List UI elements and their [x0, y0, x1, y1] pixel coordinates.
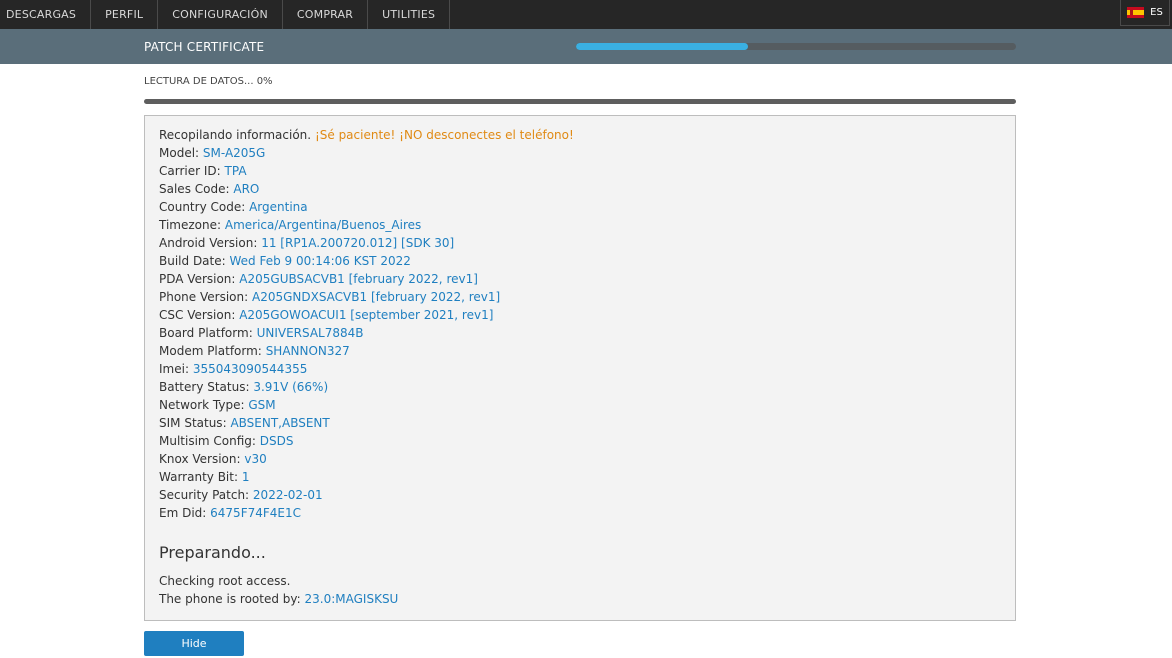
log-field-line: Android Version: 11 [RP1A.200720.012] [S…: [159, 234, 1001, 252]
spain-flag-icon: [1127, 7, 1145, 18]
log-field-line: Model: SM-A205G: [159, 144, 1001, 162]
header-band: PATCH CERTIFICATE: [0, 29, 1172, 64]
nav-item-descargas[interactable]: DESCARGAS: [0, 0, 92, 29]
field-label: Model:: [159, 146, 200, 160]
field-label: Imei:: [159, 362, 189, 376]
field-value: 3.91V (66%): [253, 380, 329, 394]
field-value: ARO: [233, 182, 260, 196]
log-field-line: Timezone: America/Argentina/Buenos_Aires: [159, 216, 1001, 234]
log-field-line: Battery Status: 3.91V (66%): [159, 378, 1001, 396]
intro-warning: ¡Sé paciente! ¡NO desconectes el teléfon…: [314, 128, 574, 142]
nav-item-comprar[interactable]: COMPRAR: [283, 0, 369, 29]
log-field-line: Phone Version: A205GNDXSACVB1 [february …: [159, 288, 1001, 306]
device-info-log: Recopilando información. ¡Sé paciente! ¡…: [144, 115, 1016, 621]
log-field-line: Board Platform: UNIVERSAL7884B: [159, 324, 1001, 342]
field-label: Warranty Bit:: [159, 470, 239, 484]
reading-progress-bar: [144, 99, 1016, 104]
field-value: 6475F74F4E1C: [210, 506, 301, 520]
progress-label: LECTURA DE DATOS... 0%: [144, 76, 273, 87]
field-value: America/Argentina/Buenos_Aires: [224, 218, 422, 232]
field-value: SM-A205G: [202, 146, 266, 160]
field-label: Multisim Config:: [159, 434, 256, 448]
log-field-line: Em Did: 6475F74F4E1C: [159, 504, 1001, 522]
field-label: Sales Code:: [159, 182, 230, 196]
field-value: 11 [RP1A.200720.012] [SDK 30]: [261, 236, 455, 250]
log-field-line: CSC Version: A205GOWOACUI1 [september 20…: [159, 306, 1001, 324]
log-field-line: Carrier ID: TPA: [159, 162, 1001, 180]
field-label: Battery Status:: [159, 380, 250, 394]
header-progress-fill: [576, 43, 748, 50]
log-field-line: Security Patch: 2022-02-01: [159, 486, 1001, 504]
field-label: CSC Version:: [159, 308, 236, 322]
field-value: Wed Feb 9 00:14:06 KST 2022: [229, 254, 411, 268]
field-label: Modem Platform:: [159, 344, 262, 358]
header-progress-bar: [576, 43, 1016, 50]
field-label: Network Type:: [159, 398, 245, 412]
field-value: UNIVERSAL7884B: [256, 326, 364, 340]
field-value: A205GOWOACUI1 [september 2021, rev1]: [239, 308, 494, 322]
log-field-line: Modem Platform: SHANNON327: [159, 342, 1001, 360]
field-value: 1: [241, 470, 250, 484]
field-value: A205GUBSACVB1 [february 2022, rev1]: [239, 272, 478, 286]
field-value: Argentina: [249, 200, 308, 214]
field-value: SHANNON327: [265, 344, 350, 358]
rooted-line: The phone is rooted by: 23.0:MAGISKSU: [159, 590, 1001, 608]
rooted-value: 23.0:MAGISKSU: [304, 592, 399, 606]
field-label: SIM Status:: [159, 416, 227, 430]
log-field-line: Imei: 355043090544355: [159, 360, 1001, 378]
intro-label: Recopilando información.: [159, 128, 312, 142]
field-label: Android Version:: [159, 236, 258, 250]
log-intro-line: Recopilando información. ¡Sé paciente! ¡…: [159, 126, 1001, 144]
log-field-line: Multisim Config: DSDS: [159, 432, 1001, 450]
field-label: Security Patch:: [159, 488, 250, 502]
hide-button[interactable]: Hide: [144, 631, 244, 656]
field-value: 2022-02-01: [252, 488, 323, 502]
field-label: Em Did:: [159, 506, 207, 520]
field-label: Country Code:: [159, 200, 246, 214]
field-value: A205GNDXSACVB1 [february 2022, rev1]: [251, 290, 501, 304]
log-field-line: Country Code: Argentina: [159, 198, 1001, 216]
log-field-line: PDA Version: A205GUBSACVB1 [february 202…: [159, 270, 1001, 288]
nav-item-utilities[interactable]: UTILITIES: [368, 0, 451, 29]
field-value: GSM: [248, 398, 276, 412]
top-nav: DESCARGAS PERFIL CONFIGURACIÓN COMPRAR U…: [0, 0, 1172, 29]
field-value: 355043090544355: [192, 362, 308, 376]
log-field-line: Network Type: GSM: [159, 396, 1001, 414]
field-value: v30: [244, 452, 267, 466]
log-field-line: Knox Version: v30: [159, 450, 1001, 468]
field-label: Board Platform:: [159, 326, 253, 340]
language-selector[interactable]: ES: [1120, 0, 1170, 26]
field-value: DSDS: [259, 434, 294, 448]
field-value: TPA: [224, 164, 247, 178]
log-field-line: Warranty Bit: 1: [159, 468, 1001, 486]
rooted-label: The phone is rooted by:: [159, 592, 301, 606]
field-label: Timezone:: [159, 218, 222, 232]
field-label: Build Date:: [159, 254, 226, 268]
field-value: ABSENT,ABSENT: [230, 416, 330, 430]
field-label: PDA Version:: [159, 272, 236, 286]
log-field-line: Sales Code: ARO: [159, 180, 1001, 198]
field-label: Phone Version:: [159, 290, 249, 304]
log-field-line: Build Date: Wed Feb 9 00:14:06 KST 2022: [159, 252, 1001, 270]
field-label: Knox Version:: [159, 452, 241, 466]
checking-line: Checking root access.: [159, 574, 291, 588]
section-title: Preparando...: [159, 543, 266, 562]
nav-item-perfil[interactable]: PERFIL: [91, 0, 159, 29]
page-title: PATCH CERTIFICATE: [144, 40, 265, 54]
language-code: ES: [1150, 7, 1163, 18]
field-label: Carrier ID:: [159, 164, 221, 178]
log-field-line: SIM Status: ABSENT,ABSENT: [159, 414, 1001, 432]
nav-item-configuracion[interactable]: CONFIGURACIÓN: [158, 0, 283, 29]
